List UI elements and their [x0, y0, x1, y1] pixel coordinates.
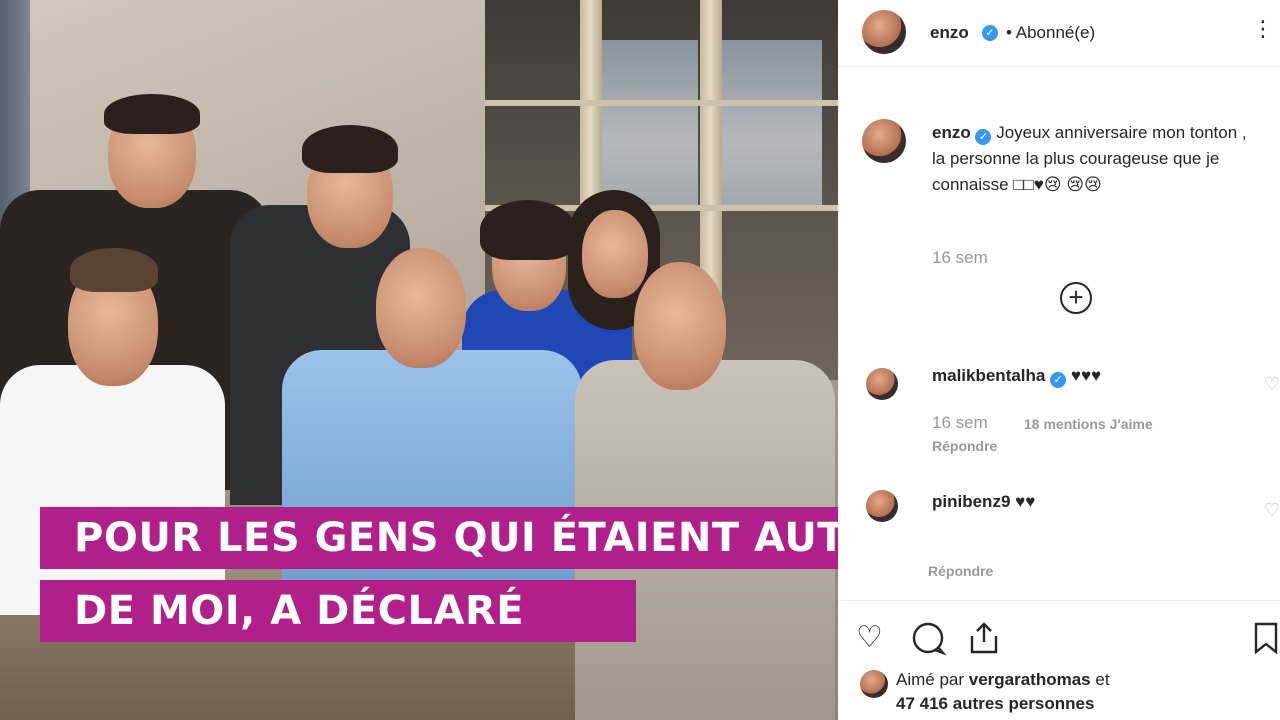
bookmark-icon[interactable] — [1252, 620, 1280, 664]
cabinet-shelf — [485, 100, 838, 106]
actions-divider — [838, 600, 1280, 601]
comment-avatar[interactable] — [866, 368, 898, 400]
caption-username[interactable]: enzo — [932, 123, 971, 142]
likes-summary: Aimé par vergarathomas et 47 416 autres … — [896, 668, 1266, 716]
verified-badge-icon: ✓ — [975, 129, 992, 145]
more-options-icon[interactable]: ⋮ — [1252, 16, 1274, 42]
avatar[interactable] — [862, 10, 906, 54]
comment-username[interactable]: malikbentalha — [932, 366, 1045, 385]
comment-icon[interactable] — [910, 620, 947, 664]
likes-others[interactable]: 47 416 autres personnes — [896, 694, 1094, 713]
liker-avatar[interactable] — [860, 670, 888, 698]
plus-circle-icon[interactable]: + — [1060, 282, 1092, 314]
share-icon[interactable] — [966, 620, 1002, 664]
cabinet-glass — [602, 40, 698, 210]
likes-user[interactable]: vergarathomas — [969, 670, 1091, 689]
follow-status[interactable]: • Abonné(e) — [1006, 23, 1095, 43]
cabinet-glass — [722, 40, 822, 210]
comment-likes-count[interactable]: 18 mentions J'aime — [1024, 416, 1153, 432]
post-side-panel: enzo ✓ • Abonné(e) ⋮ enzo ✓ Joyeux anniv… — [838, 0, 1280, 720]
comment-reply-link[interactable]: Répondre — [932, 438, 997, 454]
post-header: enzo ✓ • Abonné(e) ⋮ — [838, 0, 1280, 67]
comment-item: pinibenz9 ♥♥ — [932, 492, 1035, 512]
comment-username[interactable]: pinibenz9 — [932, 492, 1010, 511]
caption-timestamp[interactable]: 16 sem — [932, 248, 988, 268]
post-username[interactable]: enzo — [930, 23, 969, 43]
comment-reply-link[interactable]: Répondre — [928, 563, 993, 579]
verified-badge-icon: ✓ — [982, 25, 998, 41]
post-caption: enzo ✓ Joyeux anniversaire mon tonton , … — [932, 120, 1252, 198]
likes-prefix: Aimé par — [896, 670, 969, 689]
comment-like-heart-icon[interactable]: ♡ — [1264, 374, 1280, 395]
caption-avatar[interactable] — [862, 119, 906, 163]
comment-timestamp[interactable]: 16 sem — [932, 413, 988, 433]
comment-item: malikbentalha ✓ ♥♥♥ — [932, 366, 1102, 388]
heart-icon[interactable]: ♡ — [856, 620, 883, 655]
overlay-caption-line-2: DE MOI, A DÉCLARÉ — [40, 580, 636, 642]
comment-avatar[interactable] — [866, 490, 898, 522]
comment-like-heart-icon[interactable]: ♡ — [1264, 500, 1280, 521]
likes-connector: et — [1090, 670, 1110, 689]
comment-text: ♥♥♥ — [1070, 366, 1102, 385]
comment-text: ♥♥ — [1015, 492, 1036, 511]
verified-badge-icon: ✓ — [1050, 372, 1067, 388]
